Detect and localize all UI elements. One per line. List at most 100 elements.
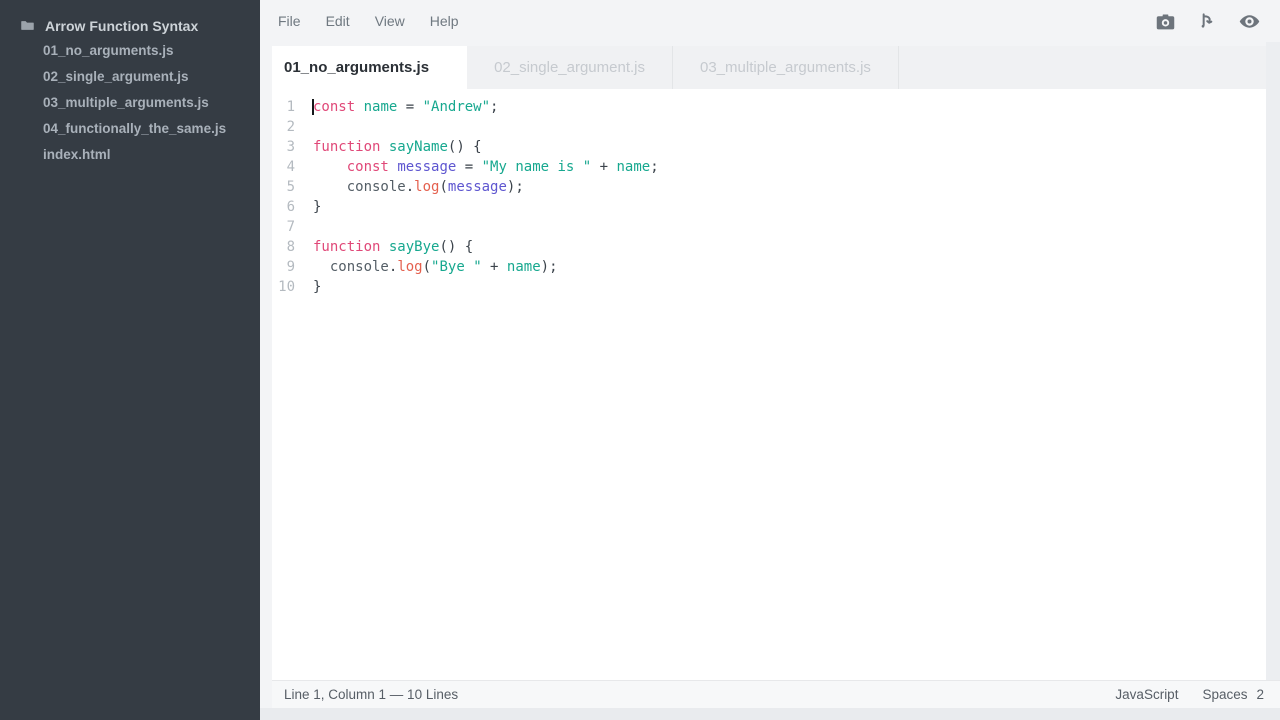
menu-item-help[interactable]: Help xyxy=(430,13,459,29)
code-line: 8 function sayBye() { xyxy=(272,237,1266,257)
menu-list: File Edit View Help xyxy=(278,13,484,29)
code-line: 4 const message = "My name is " + name; xyxy=(272,157,1266,177)
sidebar-item-file[interactable]: 03_multiple_arguments.js xyxy=(43,90,260,116)
token-prop: log xyxy=(397,259,422,275)
camera-button[interactable] xyxy=(1155,11,1176,32)
sidebar: Arrow Function Syntax 01_no_arguments.js… xyxy=(0,0,260,720)
token-pln: . xyxy=(406,179,414,195)
token-pln: = xyxy=(456,159,481,175)
code-line: 7 xyxy=(272,217,1266,237)
token-kw: const xyxy=(313,99,355,115)
token-pln: ( xyxy=(439,179,447,195)
camera-icon xyxy=(1155,11,1176,32)
eye-button[interactable] xyxy=(1238,10,1261,33)
indent-label: Spaces xyxy=(1202,687,1247,702)
token-obj: console xyxy=(347,179,406,195)
sidebar-item-file[interactable]: index.html xyxy=(43,142,260,168)
status-bar: Line 1, Column 1 — 10 Lines JavaScript S… xyxy=(272,680,1280,708)
token-pln: + xyxy=(591,159,616,175)
token-id: name xyxy=(364,99,398,115)
token-id: sayName xyxy=(389,139,448,155)
line-number: 4 xyxy=(272,157,295,177)
menu-item-edit[interactable]: Edit xyxy=(326,13,350,29)
code-area[interactable]: 1 const name = "Andrew"; 23 function sayNam… xyxy=(272,89,1266,680)
token-pln: } xyxy=(313,279,321,295)
vertical-scrollbar[interactable] xyxy=(1266,42,1280,680)
line-number: 7 xyxy=(272,217,295,237)
code-line: 9 console.log("Bye " + name); xyxy=(272,257,1266,277)
menu-bar: File Edit View Help xyxy=(260,0,1280,42)
code-lines: 1 const name = "Andrew"; 23 function sayNam… xyxy=(272,97,1266,297)
token-pln: } xyxy=(313,199,321,215)
code-line-content[interactable]: function sayBye() { xyxy=(313,237,473,257)
code-line-content[interactable]: console.log(message); xyxy=(313,177,524,197)
token-pln xyxy=(380,139,388,155)
code-line: 10} xyxy=(272,277,1266,297)
token-pln: ; xyxy=(650,159,658,175)
menu-item-file[interactable]: File xyxy=(278,13,301,29)
token-pln xyxy=(313,259,330,275)
token-kw: function xyxy=(313,239,380,255)
code-line-content[interactable]: function sayName() { xyxy=(313,137,482,157)
tab-bar: 01_no_arguments.js02_single_argument.js0… xyxy=(272,42,1280,89)
folder-icon xyxy=(20,18,35,33)
code-line-content[interactable]: console.log("Bye " + name); xyxy=(313,257,558,277)
token-obj: console xyxy=(330,259,389,275)
code-line: 3 function sayName() { xyxy=(272,137,1266,157)
token-pln: () { xyxy=(439,239,473,255)
indent-value: 2 xyxy=(1256,687,1264,702)
token-pln xyxy=(313,179,347,195)
token-pln xyxy=(355,99,363,115)
token-id: name xyxy=(617,159,651,175)
token-pln: () { xyxy=(448,139,482,155)
cursor-position-status: Line 1, Column 1 — 10 Lines xyxy=(284,687,1115,702)
cursor-icon xyxy=(1197,11,1217,31)
tab-03_multiple_arguments.js[interactable]: 03_multiple_arguments.js xyxy=(673,46,899,89)
sidebar-file-list: 01_no_arguments.js02_single_argument.js0… xyxy=(43,38,260,168)
editor-panel: 01_no_arguments.js02_single_argument.js0… xyxy=(272,42,1280,708)
sidebar-folder-row[interactable]: Arrow Function Syntax xyxy=(20,13,260,38)
menu-item-view[interactable]: View xyxy=(375,13,405,29)
line-number: 5 xyxy=(272,177,295,197)
line-number: 3 xyxy=(272,137,295,157)
code-line: 5 console.log(message); xyxy=(272,177,1266,197)
token-pln: ; xyxy=(490,99,498,115)
sidebar-folder-label: Arrow Function Syntax xyxy=(45,18,198,34)
sidebar-item-file[interactable]: 01_no_arguments.js xyxy=(43,38,260,64)
line-number: 6 xyxy=(272,197,295,217)
sidebar-item-file[interactable]: 04_functionally_the_same.js xyxy=(43,116,260,142)
token-str: "Bye " xyxy=(431,259,482,275)
eye-icon xyxy=(1238,10,1261,33)
bottom-strip xyxy=(260,708,1280,720)
sidebar-item-file[interactable]: 02_single_argument.js xyxy=(43,64,260,90)
line-number: 1 xyxy=(272,97,295,117)
tab-02_single_argument.js[interactable]: 02_single_argument.js xyxy=(467,46,673,89)
token-prop: log xyxy=(414,179,439,195)
code-line: 6} xyxy=(272,197,1266,217)
token-str: "My name is " xyxy=(482,159,592,175)
token-pln: = xyxy=(397,99,422,115)
token-str: "Andrew" xyxy=(423,99,490,115)
token-kw: const xyxy=(347,159,389,175)
token-id: name xyxy=(507,259,541,275)
main-area: File Edit View Help xyxy=(260,0,1280,720)
line-number: 8 xyxy=(272,237,295,257)
line-number: 9 xyxy=(272,257,295,277)
tab-01_no_arguments.js[interactable]: 01_no_arguments.js xyxy=(272,46,467,89)
code-line: 1 const name = "Andrew"; xyxy=(272,97,1266,117)
token-pln xyxy=(380,239,388,255)
code-line-content[interactable]: } xyxy=(313,277,321,297)
code-line-content[interactable]: } xyxy=(313,197,321,217)
code-line-content[interactable]: const message = "My name is " + name; xyxy=(313,157,659,177)
token-kw: function xyxy=(313,139,380,155)
token-def: message xyxy=(397,159,456,175)
indentation-setting[interactable]: Spaces 2 xyxy=(1202,687,1264,702)
menu-icons xyxy=(1155,10,1280,33)
token-pln: ); xyxy=(541,259,558,275)
cursor-button[interactable] xyxy=(1197,11,1217,31)
language-mode[interactable]: JavaScript xyxy=(1115,687,1178,702)
token-pln: ( xyxy=(423,259,431,275)
line-number: 2 xyxy=(272,117,295,137)
line-number: 10 xyxy=(272,277,295,297)
code-line-content[interactable]: const name = "Andrew"; xyxy=(313,97,498,117)
